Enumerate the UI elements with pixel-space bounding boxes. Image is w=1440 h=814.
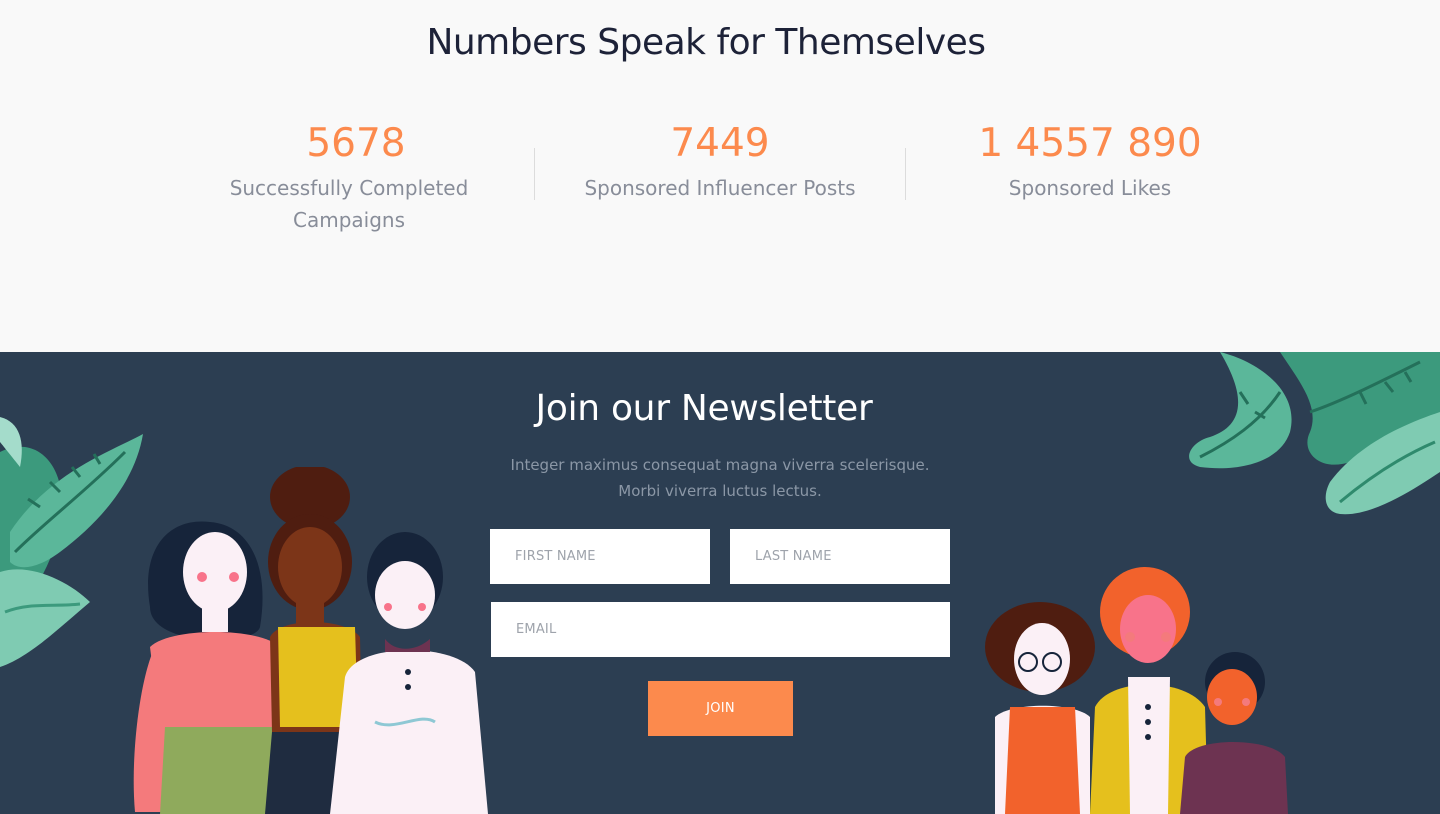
group-of-women-left [133,467,488,814]
last-name-input[interactable] [730,529,950,584]
stat-likes: 1 4557 890 Sponsored Likes [940,120,1240,204]
email-input[interactable] [491,602,950,657]
stat-value: 5678 [306,121,406,166]
join-button[interactable]: JOIN [648,681,793,736]
stat-label: Sponsored Influencer Posts [584,176,856,200]
stat-value: 7449 [670,121,770,166]
newsletter-section: Join our Newsletter Integer maximus cons… [0,352,1440,814]
group-of-women-right [985,567,1288,814]
stat-divider [905,148,906,200]
newsletter-heading: Join our Newsletter [535,388,873,429]
stat-label: Sponsored Likes [1008,176,1172,200]
stats-section: Numbers Speak for Themselves 5678 Succes… [0,0,1440,352]
stat-campaigns: 5678 Successfully Completed Campaigns [200,120,498,236]
leaf-cluster-top-right [1189,352,1440,515]
stat-divider [534,148,535,200]
stat-value: 1 4557 890 [978,121,1202,166]
stats-heading: Numbers Speak for Themselves [426,22,986,63]
leaf-cluster-left [0,417,143,667]
stat-posts: 7449 Sponsored Influencer Posts [566,120,874,204]
newsletter-description: Integer maximus consequat magna viverra … [510,456,930,500]
first-name-input[interactable] [490,529,710,584]
stat-label: Successfully Completed Campaigns [229,176,469,232]
